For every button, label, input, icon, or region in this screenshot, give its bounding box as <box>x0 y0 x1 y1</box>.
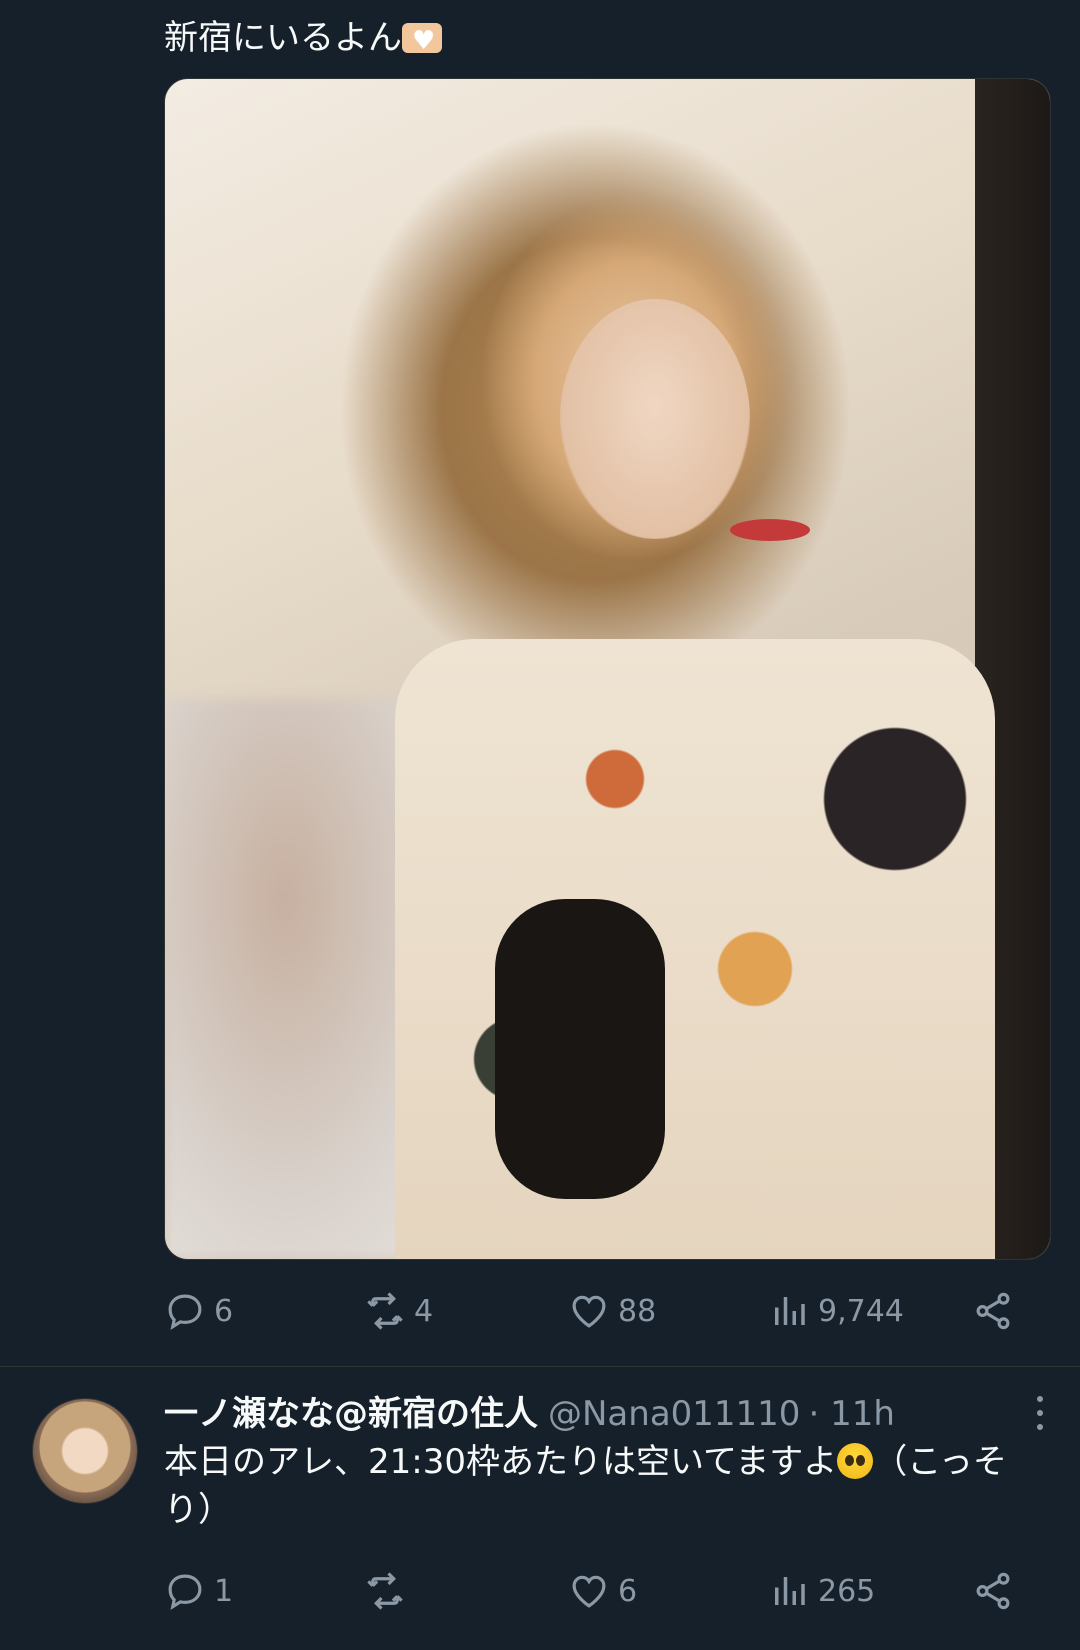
share-button[interactable] <box>972 1570 1014 1612</box>
views-count: 265 <box>818 1573 876 1609</box>
views-icon <box>775 1297 805 1325</box>
tweet-text-body: 新宿にいるよん <box>164 18 402 58</box>
reply-count: 6 <box>214 1293 234 1329</box>
more-options-icon[interactable] <box>1034 1396 1046 1432</box>
pleading-face-emoji-icon <box>837 1443 874 1479</box>
tweet-actions: 6 4 88 9,744 <box>164 1286 1024 1336</box>
views-count: 9,744 <box>818 1293 904 1329</box>
tweet-header: 一ノ瀬なな@新宿の住人 @Nana011110 · 11h <box>164 1390 1054 1438</box>
user-handle[interactable]: @Nana011110 <box>548 1394 800 1434</box>
photo-region-dress <box>395 639 995 1259</box>
reply-icon <box>168 1294 202 1331</box>
retweet-icon <box>367 1572 403 1610</box>
avatar[interactable] <box>32 1398 138 1504</box>
share-icon <box>976 1572 1010 1610</box>
heart-icon <box>572 1575 606 1608</box>
tweet-text: 本日のアレ、21:30枠あたりは空いてますよ （こっそり） <box>164 1438 1044 1534</box>
timestamp[interactable]: · 11h <box>808 1394 894 1434</box>
views-icon <box>775 1577 805 1605</box>
like-count: 6 <box>618 1573 638 1609</box>
tweet-text-body: 本日のアレ、21:30枠あたりは空いてますよ <box>164 1442 838 1482</box>
views-button[interactable]: 9,744 <box>768 1290 904 1332</box>
like-button[interactable]: 6 <box>568 1570 637 1612</box>
views-button[interactable]: 265 <box>768 1570 875 1612</box>
share-icon <box>976 1292 1010 1330</box>
photo-region-face <box>560 299 750 539</box>
tweet-text: 新宿にいるよん <box>164 14 442 65</box>
share-button[interactable] <box>972 1290 1014 1332</box>
reply-button[interactable]: 6 <box>164 1290 233 1332</box>
reply-button[interactable]: 1 <box>164 1570 233 1612</box>
retweet-button[interactable]: 4 <box>364 1290 433 1332</box>
like-button[interactable]: 88 <box>568 1290 656 1332</box>
retweet-count: 4 <box>414 1293 434 1329</box>
photo-region-sleeve <box>495 899 665 1199</box>
tweet-photo[interactable] <box>164 78 1051 1260</box>
display-name[interactable]: 一ノ瀬なな@新宿の住人 <box>164 1394 538 1434</box>
tweet-actions: 1 6 265 <box>164 1566 1024 1616</box>
heart-icon <box>572 1295 606 1328</box>
retweet-button[interactable] <box>364 1570 414 1612</box>
tweet-divider <box>0 1366 1080 1367</box>
photo-region-lips <box>730 519 810 541</box>
heart-hands-emoji-icon <box>402 17 442 65</box>
reply-icon <box>168 1574 202 1611</box>
reply-count: 1 <box>214 1573 234 1609</box>
like-count: 88 <box>618 1293 657 1329</box>
retweet-icon <box>367 1292 403 1330</box>
